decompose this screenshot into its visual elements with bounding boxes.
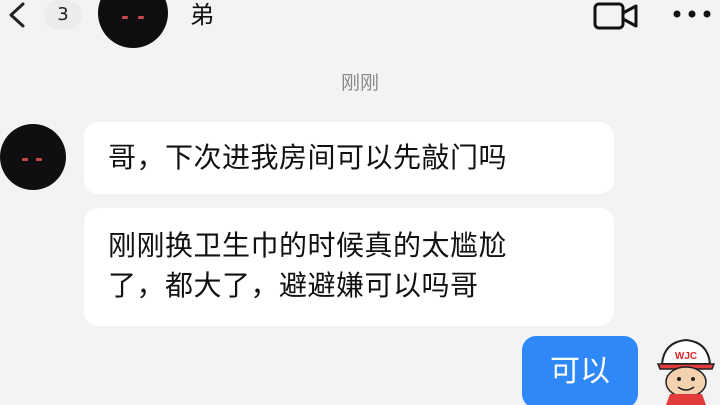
chat-screen: 3 弟 刚刚 哥，下次进我房间可以先敲门吗 刚刚换卫生巾的时候真的太尴尬 了，都…	[0, 0, 720, 405]
outgoing-message-bubble[interactable]: 可以	[522, 336, 638, 405]
message-text: 哥，下次进我房间可以先敲门吗	[108, 141, 508, 174]
incoming-message-bubble[interactable]: 刚刚换卫生巾的时候真的太尴尬 了，都大了，避避嫌可以吗哥	[84, 208, 614, 326]
cap-text: WJC	[675, 351, 697, 362]
contact-name[interactable]: 弟	[190, 0, 214, 30]
unread-count-badge[interactable]: 3	[44, 0, 82, 30]
video-call-icon[interactable]	[592, 0, 640, 32]
contact-avatar[interactable]	[98, 0, 168, 48]
message-text-line-2: 了，都大了，避避嫌可以吗哥	[108, 269, 479, 302]
message-text-line-1: 刚刚换卫生巾的时候真的太尴尬	[108, 229, 508, 262]
my-avatar[interactable]: WJC	[654, 334, 718, 405]
more-icon[interactable]	[670, 4, 714, 24]
sender-avatar[interactable]	[0, 124, 66, 190]
back-icon[interactable]	[6, 2, 28, 28]
message-timestamp: 刚刚	[340, 72, 379, 94]
message-text: 可以	[550, 354, 610, 389]
incoming-message-bubble[interactable]: 哥，下次进我房间可以先敲门吗	[84, 122, 614, 194]
